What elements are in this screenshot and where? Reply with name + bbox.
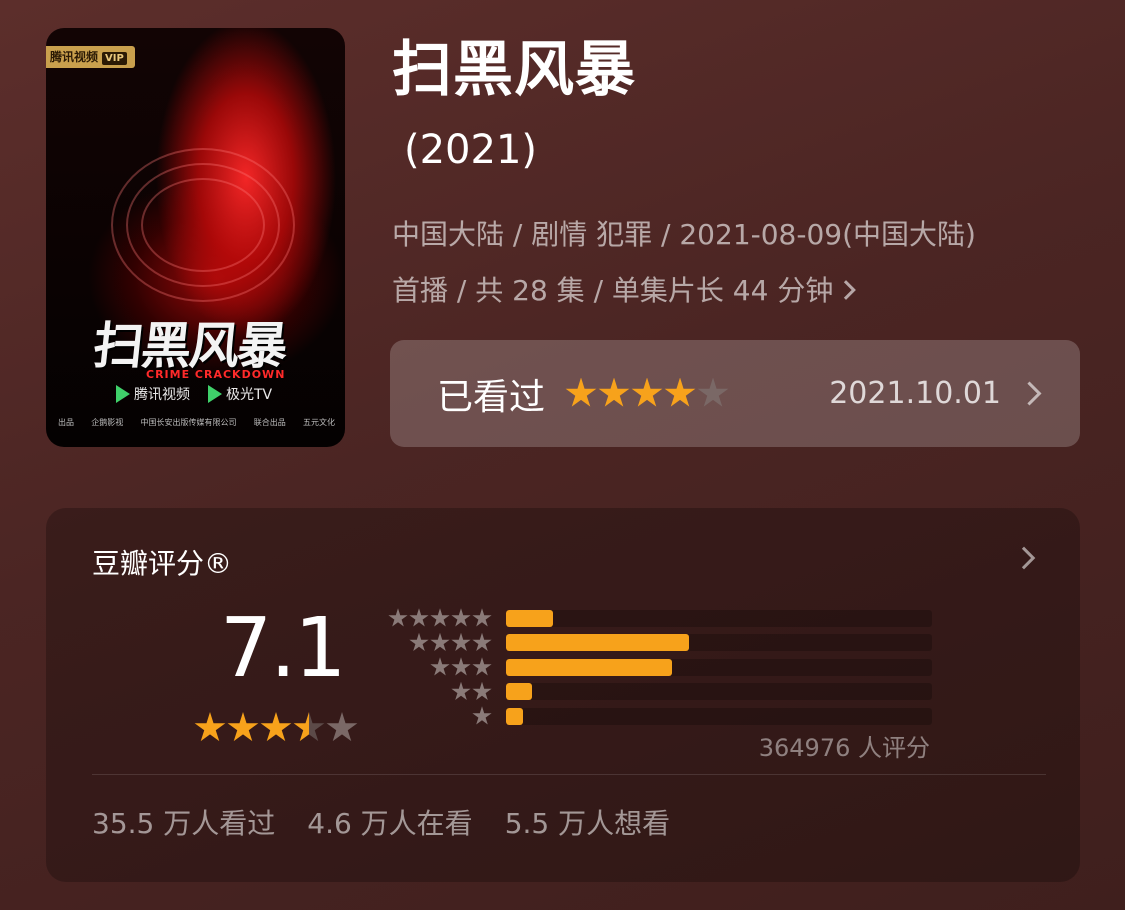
credit-text: 出品	[58, 418, 74, 427]
distribution-bar-fill	[506, 609, 553, 627]
watched-label: 已看过	[437, 376, 546, 418]
distribution-row	[382, 680, 932, 705]
poster-platforms: 腾讯视频 极光TV	[116, 384, 272, 404]
star-icon	[472, 632, 492, 651]
douban-score-stars	[194, 712, 358, 744]
distribution-bar-track	[506, 707, 932, 725]
meta-line-2: 首播 / 共 28 集 / 单集片长 44 分钟	[392, 263, 1082, 319]
rating-count: 364976 人评分	[758, 734, 930, 762]
star-icon	[472, 657, 492, 676]
distribution-star-label	[382, 608, 492, 628]
distribution-bar-fill	[506, 707, 524, 725]
star-icon	[664, 377, 696, 407]
distribution-bar-track	[506, 658, 932, 676]
badge-text: 腾讯视频	[50, 50, 99, 64]
poster-image[interactable]: 腾讯视频 VIP 扫黑风暴 CRIME CRACKDOWN 腾讯视频 极光TV 出…	[46, 28, 345, 447]
credit-text: 联合出品	[253, 418, 286, 427]
star-icon	[451, 632, 471, 651]
stat-want[interactable]: 5.5 万人想看	[505, 802, 670, 842]
star-icon	[472, 681, 492, 700]
star-icon	[409, 608, 429, 627]
distribution-bar-track	[506, 634, 932, 652]
play-icon	[208, 385, 222, 403]
star-icon	[194, 712, 226, 742]
distribution-row	[382, 655, 932, 680]
stat-watched[interactable]: 35.5 万人看过	[92, 802, 275, 842]
show-year: (2021)	[404, 127, 538, 173]
star-icon	[697, 377, 729, 407]
star-icon	[451, 657, 471, 676]
distribution-bar-fill	[506, 634, 690, 652]
distribution-bar-fill	[506, 683, 532, 701]
distribution-star-label	[382, 632, 492, 653]
star-icon	[451, 608, 471, 627]
star-icon	[451, 681, 471, 700]
star-icon	[631, 377, 663, 407]
star-icon	[565, 377, 597, 407]
show-meta[interactable]: 中国大陆 / 剧情 犯罪 / 2021-08-09(中国大陆) 首播 / 共 2…	[392, 207, 1082, 319]
vip-badge: 腾讯视频 VIP	[46, 46, 135, 68]
distribution-row	[382, 631, 932, 656]
platform-jiguang: 极光TV	[208, 384, 272, 404]
star-icon	[430, 632, 450, 651]
poster-credits: 出品 企鹅影视 中国长安出版传媒有限公司 联合出品 五元文化	[58, 417, 335, 428]
watched-status-card[interactable]: 已看过 2021.10.01	[390, 340, 1080, 447]
star-icon	[388, 608, 408, 627]
credit-text: 中国长安出版传媒有限公司	[140, 418, 237, 427]
platform-label: 腾讯视频	[134, 387, 190, 403]
rating-distribution	[382, 606, 932, 729]
poster-subtitle-art: CRIME CRACKDOWN	[146, 368, 286, 381]
platform-label: 极光TV	[226, 387, 273, 403]
distribution-star-label	[382, 681, 492, 702]
douban-score: 7.1	[220, 601, 346, 696]
distribution-row	[382, 704, 932, 729]
credit-text: 企鹅影视	[91, 418, 124, 427]
fingerprint-art	[111, 148, 295, 302]
watched-date: 2021.10.01	[829, 376, 1001, 411]
rating-card-title: 豆瓣评分®	[92, 547, 233, 580]
star-icon	[227, 712, 259, 742]
audience-stats: 35.5 万人看过 4.6 万人在看 5.5 万人想看	[92, 802, 670, 842]
play-icon	[116, 385, 130, 403]
distribution-bar-fill	[506, 658, 673, 676]
star-icon	[293, 712, 325, 742]
star-icon	[326, 712, 358, 742]
badge-vip: VIP	[102, 52, 127, 65]
meta-line: 首播 / 共 28 集 / 单集片长 44 分钟	[392, 274, 834, 307]
star-icon	[260, 712, 292, 742]
distribution-star-label	[382, 706, 492, 726]
star-icon	[409, 632, 429, 651]
chevron-right-icon	[836, 280, 857, 300]
divider	[92, 774, 1046, 775]
star-icon	[598, 377, 630, 407]
user-rating-stars	[565, 377, 729, 410]
show-title: 扫黑风暴	[392, 35, 636, 105]
distribution-bar-track	[506, 609, 932, 627]
chevron-right-icon[interactable]	[1012, 546, 1036, 570]
distribution-bar-track	[506, 683, 932, 701]
chevron-right-icon	[1017, 381, 1042, 406]
star-icon	[430, 657, 450, 676]
credit-text: 五元文化	[303, 418, 335, 427]
star-icon	[430, 608, 450, 627]
distribution-star-label	[382, 657, 492, 677]
douban-rating-card[interactable]: 豆瓣评分® 7.1 364976 人评分 35.5 万人看过 4.6 万人在看 …	[46, 508, 1080, 882]
meta-line: 中国大陆 / 剧情 犯罪 / 2021-08-09(中国大陆)	[392, 218, 976, 251]
platform-tencent: 腾讯视频	[116, 384, 190, 404]
star-icon	[472, 706, 492, 725]
distribution-row	[382, 606, 932, 631]
star-icon	[472, 608, 492, 627]
stat-watching[interactable]: 4.6 万人在看	[307, 802, 472, 842]
